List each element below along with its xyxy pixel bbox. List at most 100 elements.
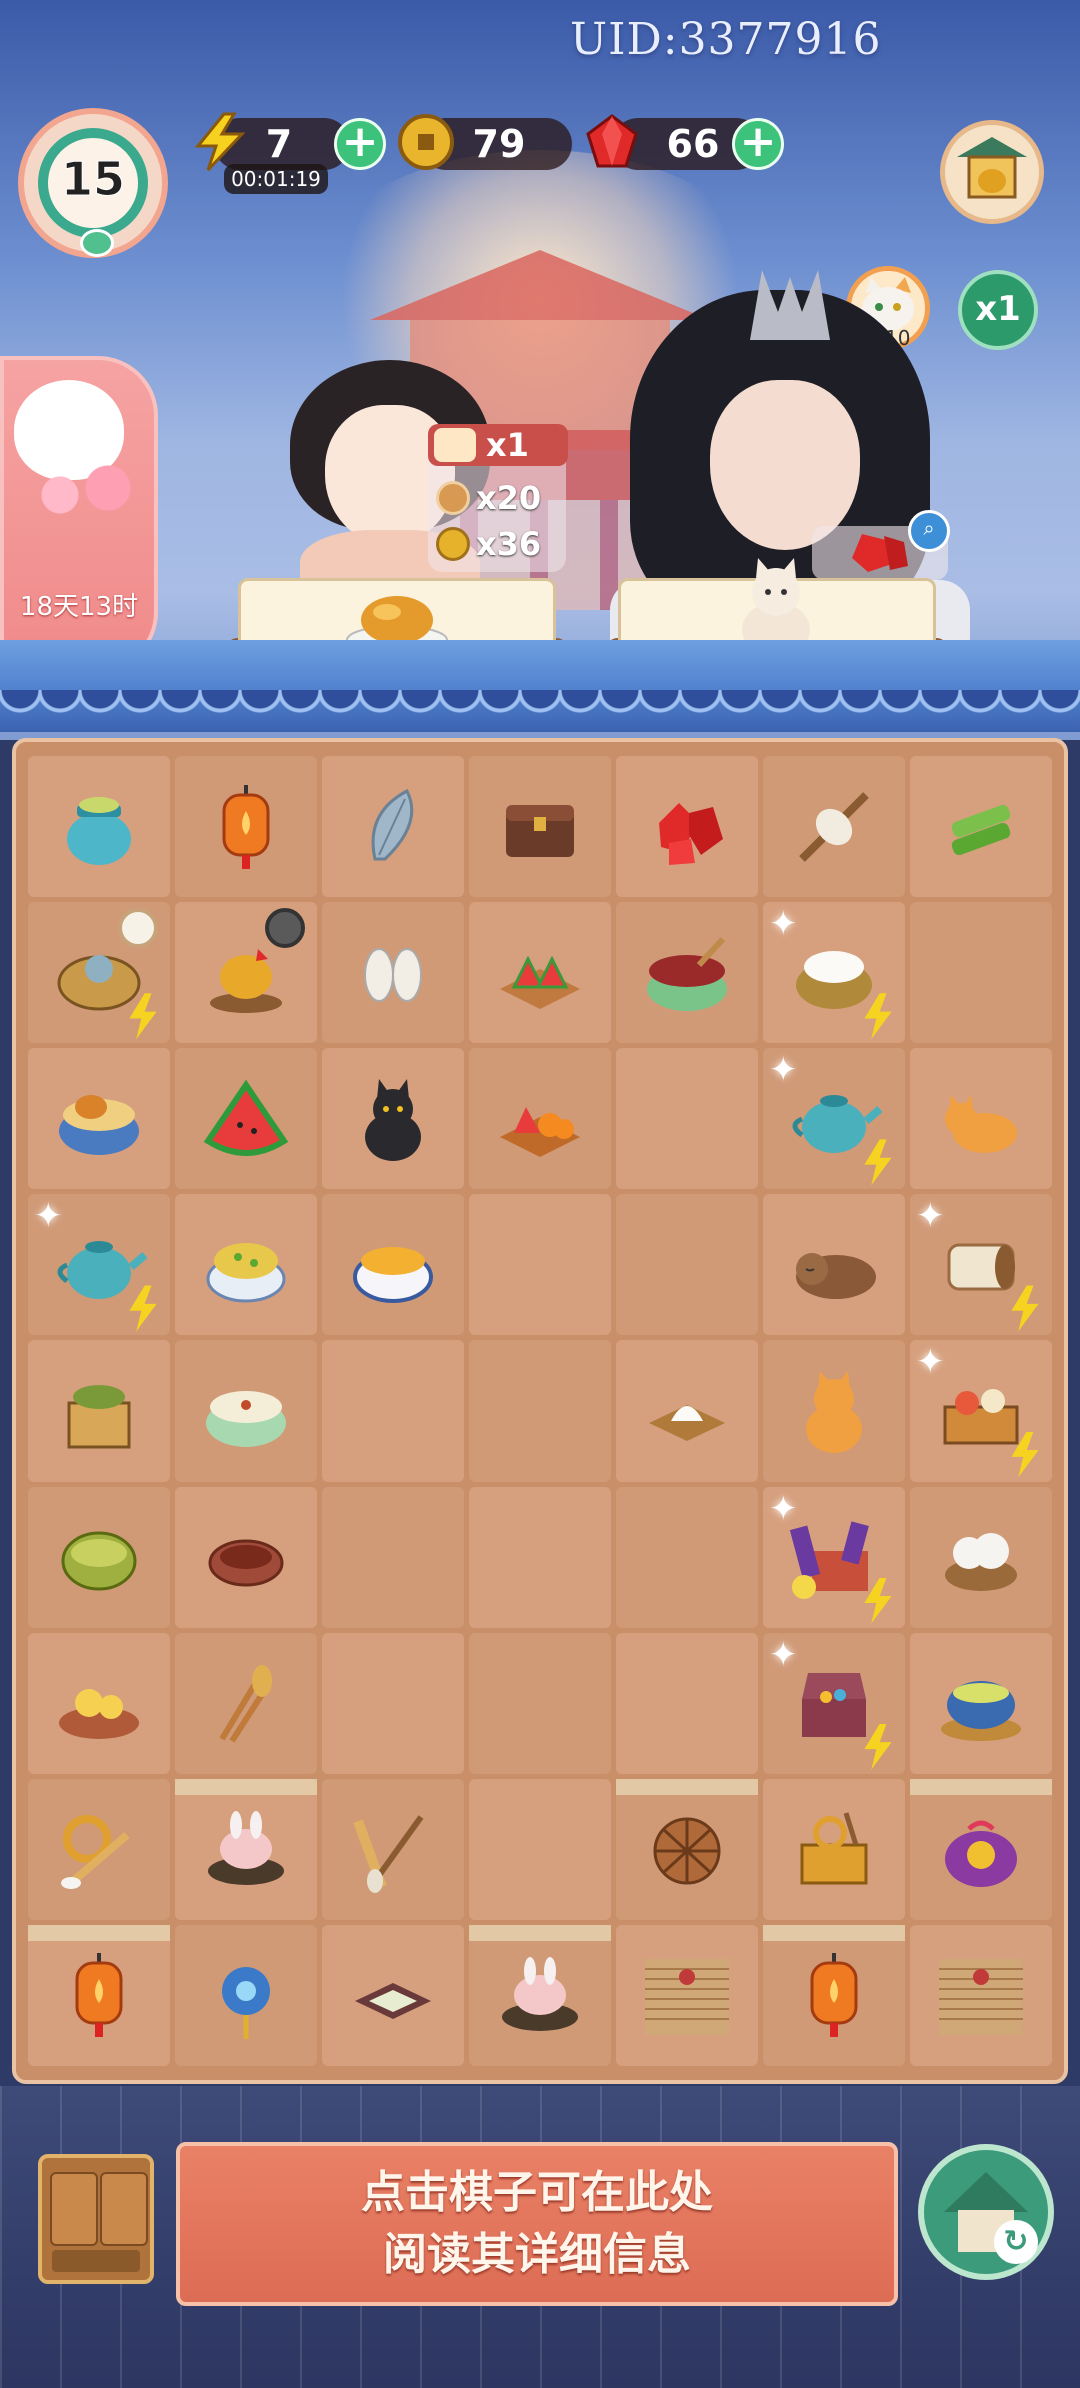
- board-cell[interactable]: [28, 756, 170, 898]
- brush-ruler-icon[interactable]: [345, 1805, 441, 1894]
- watermelon-platter-icon[interactable]: [492, 929, 588, 1017]
- board-cell[interactable]: [322, 1924, 464, 2066]
- board-cell[interactable]: [322, 756, 464, 898]
- board-cell[interactable]: [616, 756, 758, 898]
- board-cell[interactable]: [175, 756, 317, 898]
- wheat-bundle-icon[interactable]: [198, 1659, 294, 1747]
- tea-bowl-icon[interactable]: [933, 1659, 1029, 1747]
- board-cell[interactable]: [28, 1924, 170, 2066]
- rabbit-dumpling-plate-icon[interactable]: [492, 1951, 588, 2039]
- board-cell[interactable]: ✦: [28, 1194, 170, 1336]
- board-cell[interactable]: [322, 1194, 464, 1336]
- board-cell[interactable]: [469, 1486, 611, 1628]
- board-cell[interactable]: [616, 1048, 758, 1190]
- board-cell[interactable]: [28, 1778, 170, 1920]
- board-cell[interactable]: [910, 1632, 1052, 1774]
- board-cell[interactable]: [322, 1486, 464, 1628]
- board-cell[interactable]: ✦: [910, 1340, 1052, 1482]
- level-badge[interactable]: 15: [18, 108, 168, 258]
- board-cell[interactable]: [175, 1924, 317, 2066]
- lantern-icon[interactable]: [51, 1951, 147, 2039]
- board-cell[interactable]: [910, 1486, 1052, 1628]
- blue-hairpin-icon[interactable]: [198, 1951, 294, 2040]
- board-cell[interactable]: ✦: [910, 1194, 1052, 1336]
- board-cell[interactable]: [616, 902, 758, 1044]
- fruit-platter-icon[interactable]: [492, 1075, 588, 1163]
- board-cell[interactable]: [910, 1924, 1052, 2066]
- board-cell[interactable]: [469, 902, 611, 1044]
- cotton-bowl-icon[interactable]: [933, 1513, 1029, 1601]
- purple-sachet-icon[interactable]: [933, 1805, 1029, 1893]
- board-cell[interactable]: [469, 1778, 611, 1920]
- scroll-roll-icon[interactable]: [933, 1221, 1029, 1309]
- home-pavilion-button[interactable]: ↻: [918, 2144, 1054, 2280]
- black-cat-icon[interactable]: [345, 1075, 441, 1163]
- shop-button[interactable]: [940, 120, 1044, 224]
- board-cell[interactable]: [469, 1632, 611, 1774]
- add-energy-button[interactable]: +: [334, 118, 386, 170]
- spindle-icon[interactable]: [786, 783, 882, 871]
- board-cell[interactable]: ✦: [763, 1632, 905, 1774]
- add-gems-button[interactable]: +: [732, 118, 784, 170]
- bamboo-blind-icon[interactable]: [933, 1951, 1029, 2039]
- board-cell[interactable]: [322, 1632, 464, 1774]
- treasure-chest-icon[interactable]: [786, 1659, 882, 1747]
- board-cell[interactable]: [469, 1048, 611, 1190]
- board-cell[interactable]: ✦: [763, 902, 905, 1044]
- board-cell[interactable]: [322, 1048, 464, 1190]
- congee-bowl-icon[interactable]: [198, 1367, 294, 1455]
- bamboo-blind-icon[interactable]: [639, 1951, 735, 2039]
- board-cell[interactable]: [28, 1486, 170, 1628]
- board-cell[interactable]: [175, 1632, 317, 1774]
- tea-jar-icon[interactable]: [51, 783, 147, 871]
- fried-rice-bowl-icon[interactable]: [198, 1221, 294, 1309]
- salt-tray-icon[interactable]: [639, 1367, 735, 1455]
- board-cell[interactable]: [175, 1194, 317, 1336]
- board-cell[interactable]: [616, 1632, 758, 1774]
- board-cell[interactable]: [28, 1048, 170, 1190]
- watermelon-slice-icon[interactable]: [198, 1075, 294, 1163]
- board-cell[interactable]: [175, 1486, 317, 1628]
- board-cell[interactable]: [175, 1048, 317, 1190]
- board-cell[interactable]: [28, 902, 170, 1044]
- board-cell[interactable]: [616, 1486, 758, 1628]
- storage-cabinet-button[interactable]: [38, 2154, 154, 2284]
- board-cell[interactable]: [616, 1340, 758, 1482]
- board-cell[interactable]: [763, 1924, 905, 2066]
- rattan-ball-icon[interactable]: [639, 1805, 735, 1893]
- board-cell[interactable]: [616, 1778, 758, 1920]
- inspect-order-button[interactable]: ⌕: [908, 510, 950, 552]
- chick-nest-icon[interactable]: [51, 1659, 147, 1747]
- teapot-icon[interactable]: [51, 1221, 147, 1309]
- board-cell[interactable]: [910, 756, 1052, 898]
- lantern-icon[interactable]: [786, 1951, 882, 2039]
- board-cell[interactable]: [616, 1924, 758, 2066]
- flour-bowl-icon[interactable]: [786, 929, 882, 1017]
- board-cell[interactable]: [322, 1778, 464, 1920]
- board-cell[interactable]: ✦: [763, 1048, 905, 1190]
- board-cell[interactable]: ✦: [763, 1486, 905, 1628]
- tea-box-icon[interactable]: [51, 1367, 147, 1455]
- bamboo-icon[interactable]: [933, 783, 1029, 871]
- rabbit-dumpling-plate-icon[interactable]: [198, 1805, 294, 1893]
- fruit-crate-icon[interactable]: [933, 1367, 1029, 1455]
- gift-box-icon[interactable]: [786, 1513, 882, 1601]
- bird-nest-icon[interactable]: [198, 1513, 294, 1601]
- ruby-pile-icon[interactable]: [639, 783, 735, 871]
- sleeping-tabby-cat-icon[interactable]: [786, 1221, 882, 1309]
- board-cell[interactable]: [28, 1340, 170, 1482]
- board-cell[interactable]: [28, 1632, 170, 1774]
- toolbox-icon[interactable]: [786, 1805, 882, 1893]
- orange-cat-sitting-icon[interactable]: [786, 1367, 882, 1455]
- board-cell[interactable]: [322, 902, 464, 1044]
- egg-custard-bowl-icon[interactable]: [345, 1221, 441, 1309]
- board-cell[interactable]: [469, 756, 611, 898]
- board-cell[interactable]: [469, 1924, 611, 2066]
- board-cell[interactable]: [910, 902, 1052, 1044]
- board-cell[interactable]: [175, 1340, 317, 1482]
- board-cell[interactable]: [322, 1340, 464, 1482]
- board-cell[interactable]: [469, 1194, 611, 1336]
- chicken-rice-bowl-icon[interactable]: [51, 1075, 147, 1163]
- event-banner[interactable]: 18天13时: [0, 356, 158, 672]
- ink-tray-icon[interactable]: [345, 1951, 441, 2039]
